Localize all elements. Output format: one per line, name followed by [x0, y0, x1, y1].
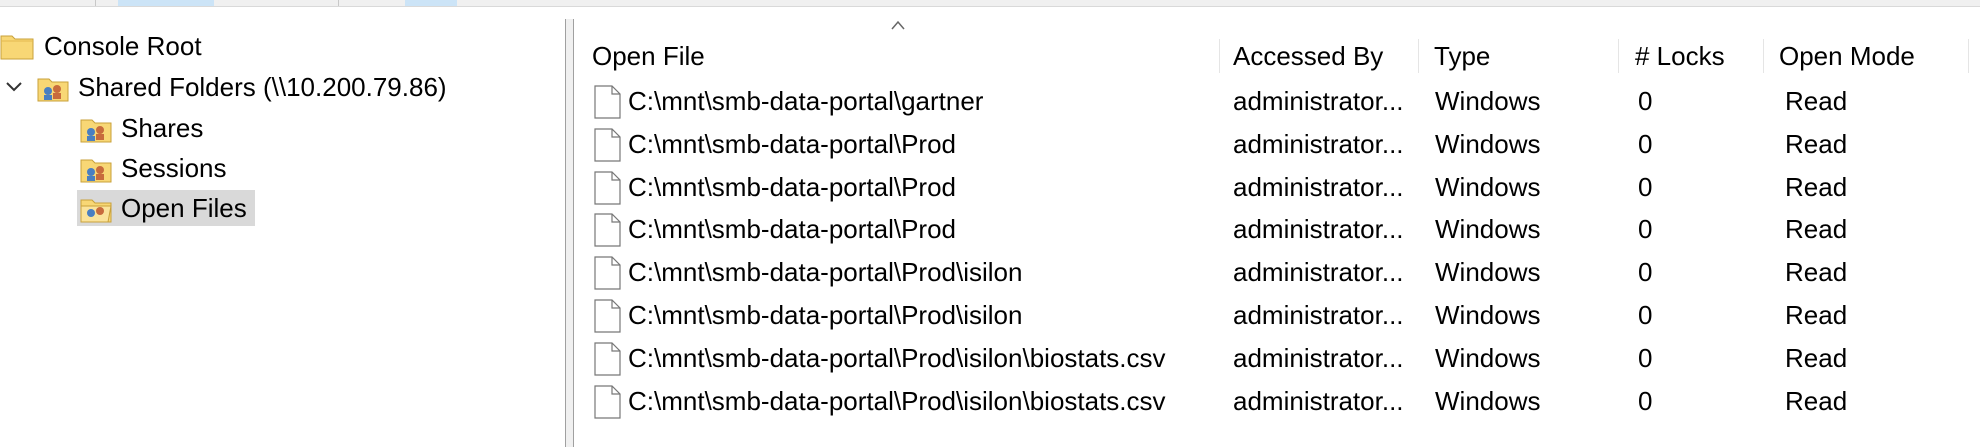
- table-row[interactable]: C:\mnt\smb-data-portal\Prod\isilon\biost…: [574, 380, 1980, 423]
- file-icon: [594, 384, 621, 419]
- toolbar-separator: [338, 0, 339, 6]
- tree-item-label: Open Files: [117, 190, 255, 226]
- cell-type: Windows: [1435, 342, 1541, 373]
- cell-locks: 0: [1638, 171, 1653, 202]
- column-header-locks[interactable]: # Locks: [1617, 35, 1763, 77]
- table-row[interactable]: C:\mnt\smb-data-portal\Prod administrator…: [574, 208, 1980, 251]
- cell-accessed-by: administrator...: [1233, 214, 1404, 245]
- shares-icon: [80, 119, 112, 143]
- cell-open-file: C:\mnt\smb-data-portal\Prod: [628, 214, 957, 245]
- tree-item-shared-folders[interactable]: Shared Folders (\\10.200.79.86): [0, 69, 455, 105]
- cell-accessed-by: administrator...: [1233, 128, 1404, 159]
- cell-type: Windows: [1435, 86, 1541, 116]
- open-files-icon: [80, 199, 112, 223]
- cell-type: Windows: [1435, 385, 1541, 416]
- cell-open-file: C:\mnt\smb-data-portal\Prod\isilon\biost…: [628, 342, 1166, 373]
- file-icon: [594, 299, 621, 333]
- cell-locks: 0: [1638, 214, 1653, 245]
- cell-open-mode: Read: [1785, 300, 1848, 330]
- sort-ascending-icon: [891, 20, 905, 30]
- toolbar-button[interactable]: [118, 0, 214, 6]
- cell-accessed-by: administrator...: [1233, 171, 1404, 202]
- file-icon: [594, 128, 621, 162]
- cell-type: Windows: [1435, 128, 1541, 159]
- column-header-open-mode[interactable]: Open Mode: [1761, 35, 1961, 77]
- cell-open-mode: Read: [1785, 171, 1848, 202]
- file-icon: [594, 342, 621, 376]
- cell-locks: 0: [1638, 385, 1653, 416]
- tree-item-label: Shared Folders (\\10.200.79.86): [78, 72, 447, 102]
- column-header-open-file[interactable]: Open File: [574, 35, 1219, 77]
- cell-open-mode: Read: [1785, 86, 1848, 116]
- tree-item-label: Console Root: [44, 31, 202, 61]
- toolbar-separator: [95, 0, 96, 6]
- cell-locks: 0: [1638, 300, 1653, 330]
- cell-accessed-by: administrator...: [1233, 385, 1404, 416]
- tree-item-sessions[interactable]: Sessions: [79, 150, 235, 186]
- cell-accessed-by: administrator...: [1233, 86, 1404, 116]
- open-files-list[interactable]: Open File Accessed By Type # Locks Open …: [574, 19, 1980, 447]
- pane-splitter[interactable]: [566, 19, 574, 447]
- cell-accessed-by: administrator...: [1233, 300, 1404, 330]
- table-row[interactable]: C:\mnt\smb-data-portal\Prod administrator…: [574, 166, 1980, 209]
- cell-open-mode: Read: [1785, 385, 1848, 416]
- tree-item-console-root[interactable]: Console Root: [0, 28, 210, 64]
- file-icon: [594, 85, 621, 119]
- tree-item-label: Sessions: [121, 153, 227, 183]
- chevron-down-icon[interactable]: [0, 69, 28, 105]
- table-row[interactable]: C:\mnt\smb-data-portal\Prod\isilon admini…: [574, 294, 1980, 337]
- cell-locks: 0: [1638, 128, 1653, 159]
- file-icon: [594, 213, 621, 247]
- cell-open-mode: Read: [1785, 342, 1848, 373]
- console-tree[interactable]: Console Root Shared Folders (\\10.200.79…: [0, 19, 566, 447]
- toolbar: [0, 0, 1980, 7]
- table-row[interactable]: C:\mnt\smb-data-portal\Prod administrator…: [574, 123, 1980, 166]
- tree-item-label: Shares: [121, 113, 204, 143]
- table-row[interactable]: C:\mnt\smb-data-portal\gartner administra…: [574, 80, 1980, 123]
- cell-open-file: C:\mnt\smb-data-portal\gartner: [628, 86, 984, 116]
- cell-open-file: C:\mnt\smb-data-portal\Prod\isilon: [628, 300, 1023, 330]
- cell-type: Windows: [1435, 171, 1541, 202]
- table-row[interactable]: C:\mnt\smb-data-portal\Prod\isilon\biost…: [574, 337, 1980, 380]
- cell-accessed-by: administrator...: [1233, 342, 1404, 373]
- file-icon: [594, 170, 621, 205]
- cell-locks: 0: [1638, 86, 1653, 116]
- list-header: Open File Accessed By Type # Locks Open …: [574, 35, 1980, 77]
- tree-item-shares[interactable]: Shares: [79, 110, 211, 146]
- cell-open-file: C:\mnt\smb-data-portal\Prod\isilon\biost…: [628, 385, 1166, 416]
- file-icon: [594, 256, 621, 290]
- cell-open-mode: Read: [1785, 257, 1848, 288]
- cell-type: Windows: [1435, 300, 1541, 330]
- cell-open-mode: Read: [1785, 128, 1848, 159]
- cell-open-file: C:\mnt\smb-data-portal\Prod: [628, 128, 957, 159]
- column-header-accessed-by[interactable]: Accessed By: [1215, 35, 1418, 77]
- sessions-icon: [80, 159, 112, 183]
- toolbar-button[interactable]: [405, 0, 457, 6]
- column-divider[interactable]: [1968, 39, 1969, 73]
- column-header-type[interactable]: Type: [1416, 35, 1618, 77]
- cell-locks: 0: [1638, 342, 1653, 373]
- cell-open-file: C:\mnt\smb-data-portal\Prod\isilon: [628, 257, 1023, 288]
- cell-accessed-by: administrator...: [1233, 257, 1404, 288]
- table-row[interactable]: C:\mnt\smb-data-portal\Prod\isilon admini…: [574, 251, 1980, 294]
- shared-folder-icon: [37, 78, 69, 102]
- cell-open-file: C:\mnt\smb-data-portal\Prod: [628, 171, 957, 202]
- cell-type: Windows: [1435, 214, 1541, 245]
- cell-open-mode: Read: [1785, 214, 1848, 245]
- tree-item-open-files[interactable]: Open Files: [77, 190, 255, 226]
- cell-locks: 0: [1638, 257, 1653, 288]
- cell-type: Windows: [1435, 257, 1541, 288]
- folder-icon: [0, 35, 34, 60]
